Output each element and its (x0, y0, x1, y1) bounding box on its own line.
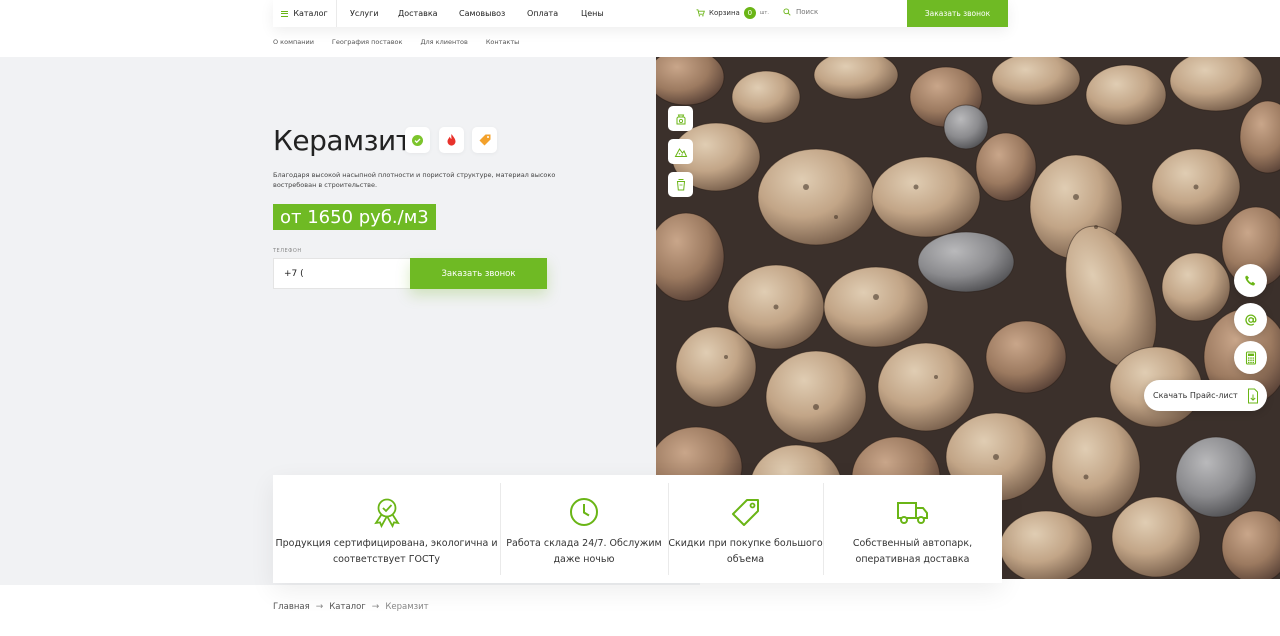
arrow-right-icon: → (371, 602, 380, 612)
advantage-text: Работа склада 24/7. Обслужим даже ночью (506, 538, 662, 565)
clock-icon (570, 498, 598, 526)
cart-icon (696, 9, 705, 17)
feature-badge-certified (405, 127, 430, 153)
breadcrumb: Главная → Каталог → Керамзит (273, 602, 429, 612)
header-call-button[interactable]: Заказать звонок (907, 0, 1008, 27)
float-call-button[interactable] (1234, 264, 1267, 297)
float-email-button[interactable] (1234, 303, 1267, 336)
burger-icon (281, 10, 289, 17)
secondary-navigation: О компании География поставок Для клиент… (273, 38, 519, 46)
subnav-about[interactable]: О компании (273, 38, 314, 46)
photo-icon-bucket[interactable] (668, 172, 693, 197)
catalog-label: Каталог (293, 9, 328, 18)
search-icon (783, 8, 791, 16)
nav-link-pickup[interactable]: Самовывоз (459, 9, 505, 18)
calculator-icon (1245, 350, 1256, 365)
advantage-text: Скидки при покупке большого объема (668, 538, 823, 565)
truck-icon (896, 502, 928, 524)
float-calculator-button[interactable] (1234, 341, 1267, 374)
subnav-contacts[interactable]: Контакты (486, 38, 519, 46)
phone-icon (1245, 275, 1256, 286)
breadcrumb-home[interactable]: Главная (273, 602, 310, 612)
advantage-discounts: Скидки при покупке большого объема (668, 475, 823, 583)
check-badge-icon (412, 134, 423, 146)
advantage-certified: Продукция сертифицирована, экологична и … (273, 475, 500, 583)
nav-link-services[interactable]: Услуги (350, 9, 379, 18)
search-input[interactable] (796, 8, 876, 16)
bucket-icon (676, 178, 685, 190)
fire-drop-icon (447, 134, 456, 146)
search-box (783, 8, 876, 16)
feature-badge-fireproof (439, 127, 464, 153)
catalog-menu-button[interactable]: Каталог (273, 0, 337, 27)
price-tag-icon (479, 134, 490, 146)
download-price-list-button[interactable]: Скачать Прайс-лист (1144, 380, 1267, 411)
file-download-icon (1248, 388, 1258, 403)
nav-link-payment[interactable]: Оплата (527, 9, 558, 18)
cart-count-badge: 0 (743, 7, 756, 19)
photo-icon-pile[interactable] (668, 139, 693, 164)
nav-link-delivery[interactable]: Доставка (398, 9, 438, 18)
nav-link-prices[interactable]: Цены (581, 9, 604, 18)
cart-label: Корзина (709, 9, 740, 17)
advantage-text: Собственный автопарк, оперативная достав… (852, 538, 973, 565)
top-navigation: Каталог Услуги Доставка Самовывоз Оплата… (273, 0, 1008, 27)
phone-label: Телефон (273, 248, 302, 254)
phone-input[interactable] (273, 258, 411, 289)
product-description: Благодаря высокой насыпной плотности и п… (273, 171, 556, 189)
subnav-geography[interactable]: География поставок (332, 38, 403, 46)
bag-icon (676, 114, 685, 124)
arrow-right-icon: → (315, 602, 324, 612)
feature-badge-discount (472, 127, 497, 153)
at-icon (1244, 314, 1256, 326)
advantage-text: Продукция сертифицирована, экологична и … (275, 538, 498, 565)
cart-link[interactable]: Корзина 0 шт. (696, 7, 769, 19)
advantage-24-7: Работа склада 24/7. Обслужим даже ночью (500, 475, 668, 583)
subnav-clients[interactable]: Для клиентов (420, 38, 467, 46)
pile-icon (674, 147, 687, 157)
certificate-icon (373, 498, 400, 528)
advantages-panel: Продукция сертифицирована, экологична и … (273, 475, 1002, 583)
cart-unit: шт. (759, 10, 769, 16)
tag-icon (731, 499, 759, 526)
breadcrumb-current: Керамзит (385, 602, 429, 612)
photo-icon-bag[interactable] (668, 106, 693, 131)
advantage-fleet: Собственный автопарк, оперативная достав… (823, 475, 1002, 583)
page-title: Керамзит (273, 124, 412, 157)
product-price: от 1650 руб./м3 (273, 204, 436, 230)
price-list-label: Скачать Прайс-лист (1153, 391, 1238, 400)
hero-call-button[interactable]: Заказать звонок (410, 258, 547, 289)
breadcrumb-catalog[interactable]: Каталог (329, 602, 366, 612)
